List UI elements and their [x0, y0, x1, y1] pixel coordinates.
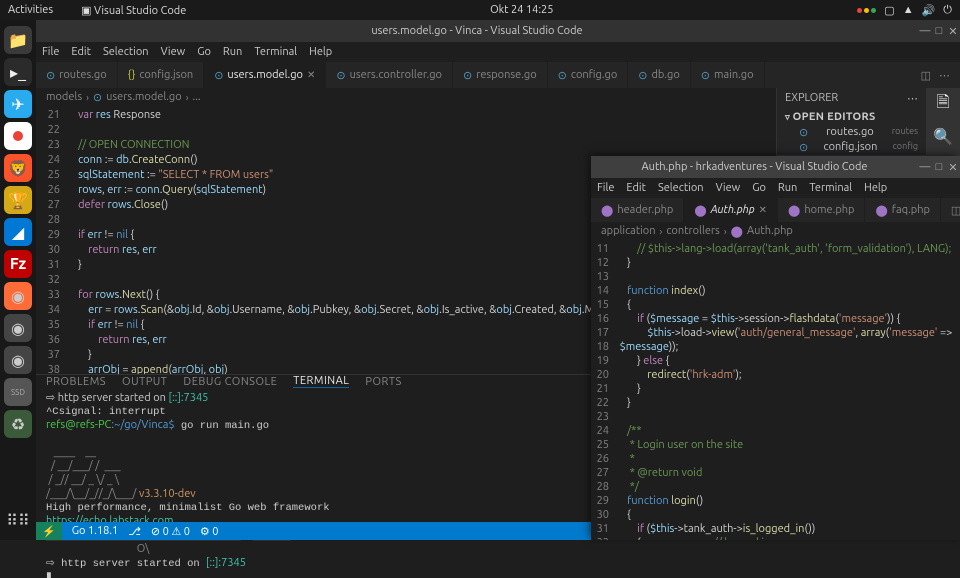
- maximize-button[interactable]: □: [932, 25, 946, 37]
- window-title: users.model.go - Vinca - Visual Studio C…: [36, 25, 918, 37]
- tab-routes[interactable]: ⊙routes.go: [36, 62, 118, 88]
- trophy-icon[interactable]: 🏆: [4, 186, 32, 214]
- remote-indicator[interactable]: ⚡: [36, 522, 62, 540]
- files-icon[interactable]: 📁: [4, 26, 32, 54]
- close-icon[interactable]: ✕: [759, 204, 767, 216]
- more-icon[interactable]: ⋯: [907, 92, 918, 105]
- tab-users-controller[interactable]: ⊙users.controller.go: [326, 62, 453, 88]
- search-icon[interactable]: 🔍: [933, 126, 953, 146]
- terminal-icon[interactable]: ▸_: [4, 58, 32, 86]
- minimize-button[interactable]: —: [918, 161, 932, 173]
- panel-tab-debug[interactable]: DEBUG CONSOLE: [183, 376, 277, 388]
- volume-icon[interactable]: 🔊: [922, 4, 936, 17]
- explorer-icon[interactable]: 🗎: [933, 94, 953, 114]
- menu-selection[interactable]: Selection: [658, 182, 704, 194]
- minimize-button[interactable]: —: [918, 25, 932, 37]
- tabbar: ⊙routes.go {}config.json ⊙users.model.go…: [36, 62, 960, 88]
- status-go[interactable]: Go 1.18.1: [72, 525, 118, 537]
- menu-view[interactable]: View: [161, 46, 186, 58]
- open-editor-item[interactable]: ⊙ config.jsonconfig: [777, 140, 926, 155]
- open-editor-item[interactable]: ⊙ routes.goroutes: [777, 125, 926, 140]
- filezilla-icon[interactable]: Fz: [4, 250, 32, 278]
- menu-run[interactable]: Run: [778, 182, 797, 194]
- vscode-icon[interactable]: ◢: [4, 218, 32, 246]
- activities-button[interactable]: Activities: [8, 4, 53, 16]
- menu-selection[interactable]: Selection: [103, 46, 149, 58]
- breadcrumb[interactable]: application › controllers › ⬤ Auth.php: [591, 222, 960, 240]
- close-button[interactable]: ✕: [946, 25, 960, 38]
- status-misc[interactable]: ⚙ 0: [200, 525, 219, 538]
- tab-home[interactable]: ⬤home.php: [778, 198, 865, 222]
- tab-response[interactable]: ⊙response.go: [453, 62, 548, 88]
- menu-view[interactable]: View: [716, 182, 741, 194]
- tab-users-model[interactable]: ⊙users.model.go✕: [204, 62, 326, 88]
- tab-main[interactable]: ⊙main.go: [691, 62, 765, 88]
- app-indicator: ▣ Visual Studio Code: [81, 4, 186, 17]
- menu-terminal[interactable]: Terminal: [809, 182, 852, 194]
- menu-file[interactable]: File: [597, 182, 614, 194]
- telegram-icon[interactable]: ✈: [4, 90, 32, 118]
- tab-config-json[interactable]: {}config.json: [118, 62, 205, 88]
- power-icon[interactable]: ⏻: [943, 4, 952, 17]
- breadcrumb[interactable]: models › ⊙ users.model.go › ...: [36, 88, 776, 106]
- brave-icon[interactable]: 🦁: [4, 154, 32, 182]
- split-icon[interactable]: ◫: [951, 204, 960, 217]
- disc1-icon[interactable]: ◉: [4, 314, 32, 342]
- menu-terminal[interactable]: Terminal: [254, 46, 297, 58]
- app-grid-icon[interactable]: ⠿⠿: [4, 506, 32, 534]
- menu-run[interactable]: Run: [223, 46, 242, 58]
- menubar: File Edit Selection View Go Run Terminal…: [591, 178, 960, 198]
- code-editor[interactable]: 11 12 13 14 15 16 17 18 19 20 21 22 23 2…: [591, 240, 960, 540]
- ssd-icon[interactable]: SSD: [4, 378, 32, 406]
- chrome-tray-icon[interactable]: [857, 8, 876, 13]
- window-title: Auth.php - hrkadventures - Visual Studio…: [591, 161, 918, 173]
- postman-icon[interactable]: ◉: [4, 282, 32, 310]
- panel-tab-problems[interactable]: PROBLEMS: [46, 376, 106, 388]
- menu-edit[interactable]: Edit: [71, 46, 91, 58]
- tab-header[interactable]: ⬤header.php: [591, 198, 684, 222]
- disc2-icon[interactable]: ◉: [4, 346, 32, 374]
- status-branch[interactable]: ⎇: [128, 525, 141, 538]
- close-icon[interactable]: ✕: [307, 69, 315, 81]
- vscode-window-2: Auth.php - hrkadventures - Visual Studio…: [591, 156, 960, 540]
- dock: 📁 ▸_ ✈ 🦁 🏆 ◢ Fz ◉ ◉ ◉ SSD ♻ ⠿⠿: [0, 20, 36, 540]
- menu-help[interactable]: Help: [309, 46, 332, 58]
- tab-db[interactable]: ⊙db.go: [628, 62, 691, 88]
- screenshot-icon[interactable]: ▢: [884, 4, 894, 17]
- maximize-button[interactable]: □: [932, 161, 946, 173]
- close-button[interactable]: ✕: [946, 161, 960, 174]
- tab-auth[interactable]: ⬤Auth.php✕: [684, 198, 778, 222]
- tab-config-go[interactable]: ⊙config.go: [548, 62, 629, 88]
- menu-help[interactable]: Help: [864, 182, 887, 194]
- tab-faq[interactable]: ⬤faq.php: [865, 198, 940, 222]
- network-icon[interactable]: ▲: [903, 4, 914, 16]
- menu-file[interactable]: File: [42, 46, 59, 58]
- chrome-icon[interactable]: [4, 122, 32, 150]
- panel-tab-ports[interactable]: PORTS: [365, 376, 401, 388]
- menu-go[interactable]: Go: [752, 182, 766, 194]
- menubar: File Edit Selection View Go Run Terminal…: [36, 42, 960, 62]
- menu-go[interactable]: Go: [197, 46, 211, 58]
- gnome-topbar: Activities ▣ Visual Studio Code Okt 24 1…: [0, 0, 960, 20]
- menu-edit[interactable]: Edit: [626, 182, 646, 194]
- panel-tab-output[interactable]: OUTPUT: [122, 376, 167, 388]
- panel-tab-terminal[interactable]: TERMINAL: [293, 375, 349, 388]
- trash-icon[interactable]: ♻: [4, 410, 32, 438]
- more-icon[interactable]: ⋯: [939, 69, 950, 82]
- status-errors[interactable]: ⊘ 0 ⚠ 0: [151, 525, 190, 538]
- split-icon[interactable]: ◫: [921, 69, 931, 82]
- clock[interactable]: Okt 24 14:25: [186, 4, 857, 16]
